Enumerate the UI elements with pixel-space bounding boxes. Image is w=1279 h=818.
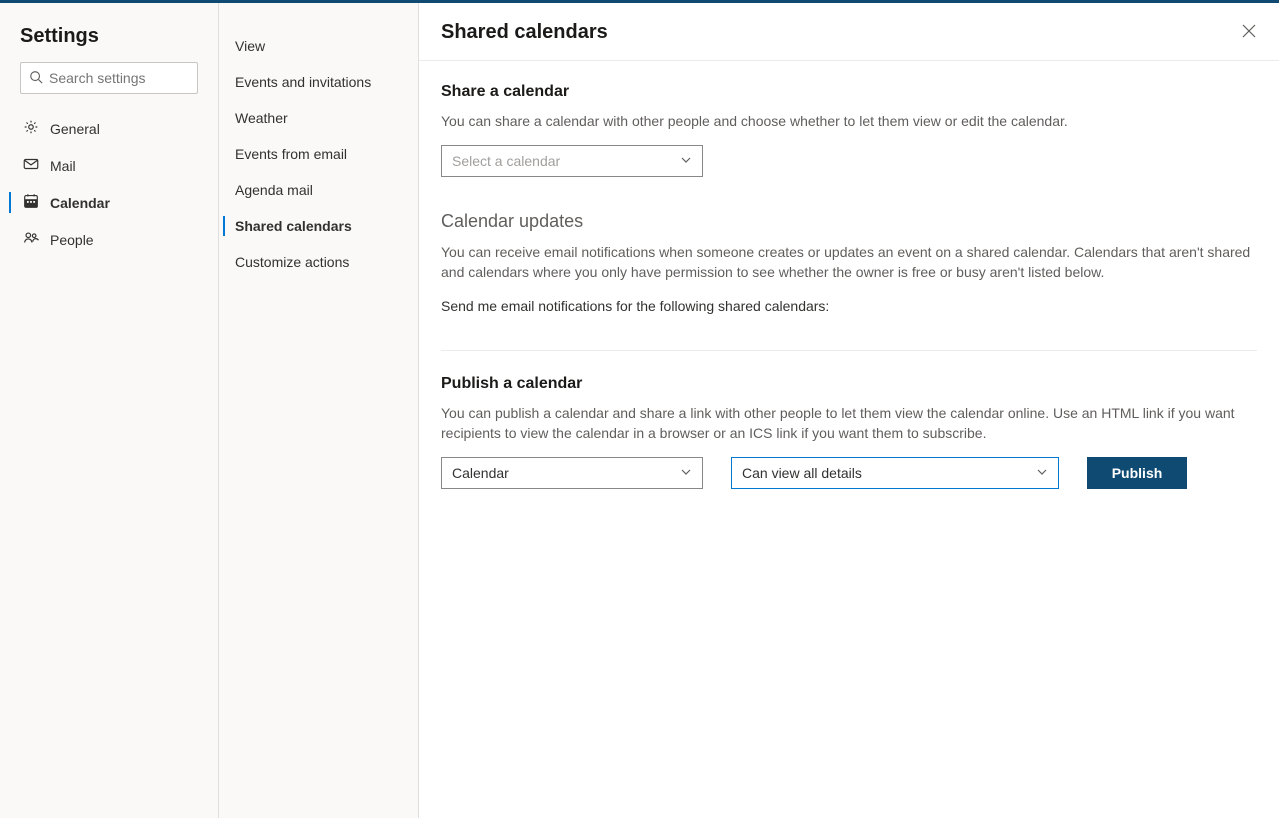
- sidebar-item-label: People: [50, 232, 94, 248]
- select-calendar-dropdown[interactable]: Select a calendar: [441, 145, 703, 177]
- share-heading: Share a calendar: [441, 83, 1257, 101]
- mail-icon: [22, 155, 50, 176]
- submenu-item-view[interactable]: View: [219, 29, 418, 63]
- updates-desc: You can receive email notifications when…: [441, 242, 1257, 282]
- submenu-item-agenda-mail[interactable]: Agenda mail: [219, 173, 418, 207]
- search-input[interactable]: [49, 70, 230, 86]
- share-desc: You can share a calendar with other peop…: [441, 111, 1257, 131]
- submenu-item-shared-calendars[interactable]: Shared calendars: [219, 209, 418, 243]
- calendar-icon: [22, 192, 50, 213]
- submenu-item-events-invitations[interactable]: Events and invitations: [219, 65, 418, 99]
- close-button[interactable]: [1241, 25, 1257, 41]
- chevron-down-icon: [680, 465, 692, 481]
- search-settings[interactable]: [20, 62, 198, 94]
- sidebar-item-label: Calendar: [50, 195, 110, 211]
- calendar-updates-section: Calendar updates You can receive email n…: [441, 211, 1257, 316]
- main-panel: Shared calendars Share a calendar You ca…: [419, 3, 1279, 818]
- section-divider: [441, 350, 1257, 351]
- calendar-submenu: View Events and invitations Weather Even…: [219, 3, 419, 818]
- dropdown-value: Select a calendar: [452, 153, 560, 169]
- gear-icon: [22, 118, 50, 139]
- publish-calendar-dropdown[interactable]: Calendar: [441, 457, 703, 489]
- publish-permission-dropdown[interactable]: Can view all details: [731, 457, 1059, 489]
- updates-subtext: Send me email notifications for the foll…: [441, 296, 1257, 316]
- search-icon: [29, 70, 43, 87]
- page-title: Shared calendars: [441, 21, 608, 44]
- publish-desc: You can publish a calendar and share a l…: [441, 403, 1257, 443]
- sidebar-item-people[interactable]: People: [0, 221, 218, 258]
- sidebar-item-label: Mail: [50, 158, 76, 174]
- submenu-item-weather[interactable]: Weather: [219, 101, 418, 135]
- publish-calendar-section: Publish a calendar You can publish a cal…: [441, 375, 1257, 489]
- sidebar-item-general[interactable]: General: [0, 110, 218, 147]
- dropdown-value: Calendar: [452, 465, 509, 481]
- dropdown-value: Can view all details: [742, 465, 862, 481]
- sidebar-item-label: General: [50, 121, 100, 137]
- updates-heading: Calendar updates: [441, 211, 1257, 232]
- chevron-down-icon: [680, 153, 692, 169]
- publish-heading: Publish a calendar: [441, 375, 1257, 393]
- people-icon: [22, 229, 50, 250]
- sidebar-item-calendar[interactable]: Calendar: [0, 184, 218, 221]
- chevron-down-icon: [1036, 465, 1048, 481]
- settings-title: Settings: [0, 19, 218, 62]
- share-calendar-section: Share a calendar You can share a calenda…: [441, 83, 1257, 177]
- submenu-item-events-from-email[interactable]: Events from email: [219, 137, 418, 171]
- publish-button[interactable]: Publish: [1087, 457, 1187, 489]
- close-icon: [1242, 24, 1256, 41]
- submenu-item-customize-actions[interactable]: Customize actions: [219, 245, 418, 279]
- sidebar-item-mail[interactable]: Mail: [0, 147, 218, 184]
- settings-sidebar: Settings General: [0, 3, 219, 818]
